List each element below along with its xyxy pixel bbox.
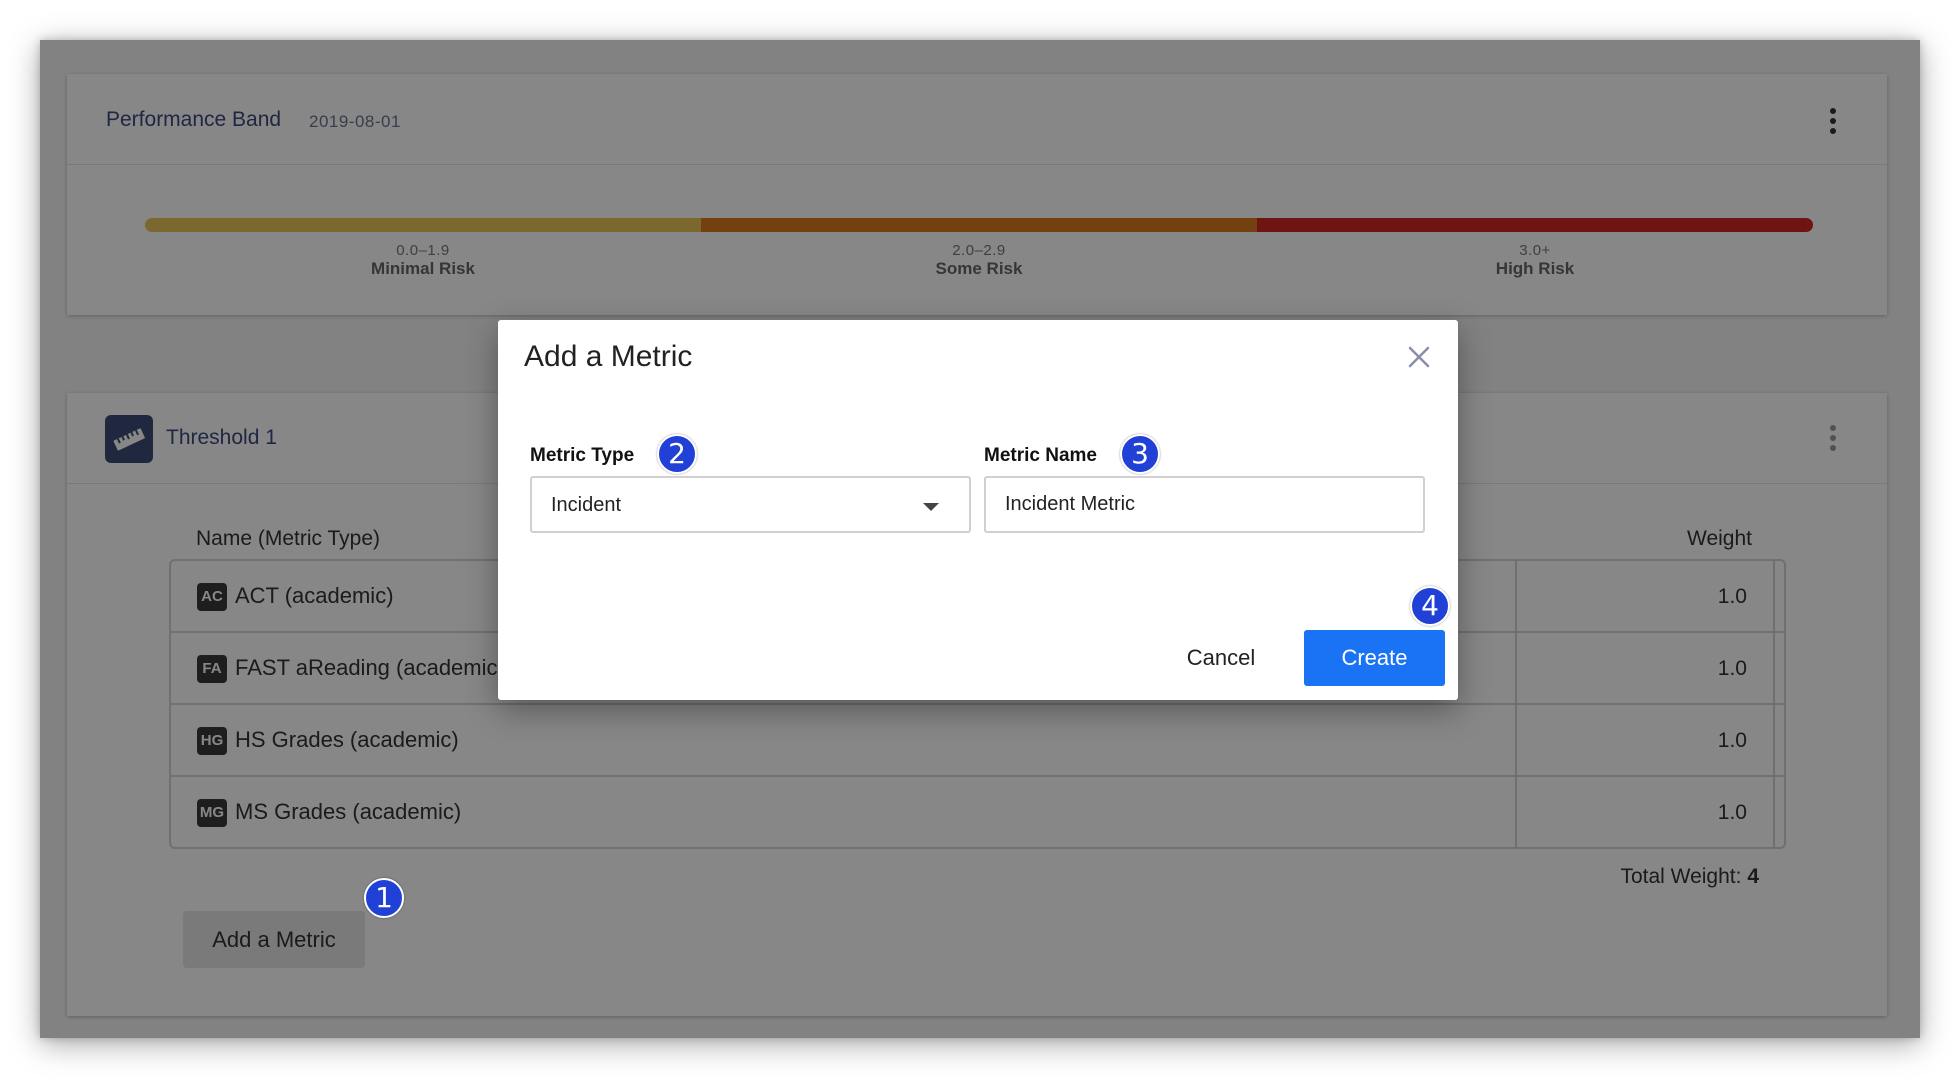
callout-4: 4 xyxy=(1410,586,1450,626)
metric-name-input[interactable] xyxy=(984,476,1425,533)
metric-type-label: Metric Type xyxy=(530,445,635,466)
cancel-button[interactable]: Cancel xyxy=(1166,630,1276,686)
callout-1: 1 xyxy=(364,878,404,918)
dialog-title: Add a Metric xyxy=(524,340,693,373)
create-button[interactable]: Create xyxy=(1304,630,1445,686)
metric-type-select[interactable]: Incident xyxy=(530,476,971,533)
callout-3: 3 xyxy=(1120,434,1160,474)
close-icon[interactable] xyxy=(1402,340,1436,374)
chevron-down-icon xyxy=(923,503,939,511)
metric-name-label: Metric Name xyxy=(984,445,1097,466)
callout-2: 2 xyxy=(657,434,697,474)
add-metric-dialog: Add a Metric Metric Type Incident Metric… xyxy=(498,320,1458,700)
metric-type-value: Incident xyxy=(551,494,622,516)
app-window: Performance Band 2019-08-01 0.0–1.9 Mini… xyxy=(40,40,1920,1038)
